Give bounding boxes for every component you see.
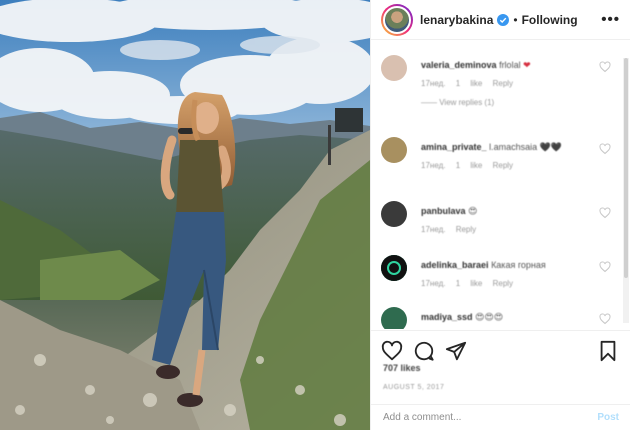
mountain-scene xyxy=(0,0,370,430)
paper-plane-icon[interactable] xyxy=(445,340,467,362)
comment-bubble-icon[interactable] xyxy=(413,340,435,362)
likes-count[interactable]: 707 likes xyxy=(383,363,421,373)
post-header: lenarybakina • Following ••• xyxy=(371,0,630,40)
post-details-panel: lenarybakina • Following ••• valeria_dem… xyxy=(370,0,630,430)
comment-like-icon[interactable] xyxy=(599,143,611,155)
comment-username[interactable]: panbulava xyxy=(421,206,466,216)
comment-username[interactable]: valeria_deminova xyxy=(421,60,497,70)
comment-like-icon[interactable] xyxy=(599,261,611,273)
commenter-avatar[interactable] xyxy=(381,137,407,163)
more-options-icon[interactable]: ••• xyxy=(601,11,620,28)
comment-emoji: ❤ xyxy=(523,60,531,70)
commenter-avatar[interactable] xyxy=(381,255,407,281)
header-separator: • xyxy=(513,12,518,27)
author-avatar[interactable] xyxy=(381,3,413,36)
add-comment-bar: Post xyxy=(371,404,630,430)
following-button[interactable]: Following xyxy=(522,13,578,27)
comment-meta: 17нед. 1 like Reply xyxy=(421,79,514,88)
post-comment-button[interactable]: Post xyxy=(597,412,619,423)
comment-like-icon[interactable] xyxy=(599,61,611,73)
comment-like-icon[interactable] xyxy=(599,313,611,325)
comment-input[interactable] xyxy=(383,412,598,423)
post-date: AUGUST 5, 2017 xyxy=(383,384,445,391)
commenter-avatar[interactable] xyxy=(381,307,407,329)
comment-meta: 17нед. 1 like Reply xyxy=(421,161,514,170)
comment-username[interactable]: madiya_ssd xyxy=(421,312,473,322)
comment-like-icon[interactable] xyxy=(599,207,611,219)
comment-text: Какая горная xyxy=(491,260,546,270)
comment-emoji: 😍😍😍 xyxy=(475,312,504,322)
scrollbar-thumb[interactable] xyxy=(624,58,628,278)
comment-text: frlolal xyxy=(499,60,521,70)
comment-emoji: 🖤🖤 xyxy=(539,142,563,152)
author-username[interactable]: lenarybakina xyxy=(420,13,493,27)
comments-scrollbar[interactable] xyxy=(623,58,629,323)
comment-username[interactable]: amina_private_ xyxy=(421,142,487,152)
comment-meta: 17нед. Reply xyxy=(421,225,477,234)
comment-text: l.amachsaia xyxy=(489,142,538,152)
commenter-avatar[interactable] xyxy=(381,201,407,227)
bookmark-icon[interactable] xyxy=(597,340,619,362)
comments-list: valeria_deminova frlolal ❤ 17нед. 1 like… xyxy=(371,41,623,329)
comment-username[interactable]: adelinka_baraei xyxy=(421,260,489,270)
post-photo[interactable] xyxy=(0,0,370,430)
comment-meta: 17нед. 1 like Reply xyxy=(421,279,514,288)
comment-emoji: 😍 xyxy=(468,206,478,216)
heart-outline-icon[interactable] xyxy=(381,340,403,362)
verified-badge-icon xyxy=(497,13,510,26)
commenter-avatar[interactable] xyxy=(381,55,407,81)
view-replies-link[interactable]: —— View replies (1) xyxy=(421,98,591,107)
